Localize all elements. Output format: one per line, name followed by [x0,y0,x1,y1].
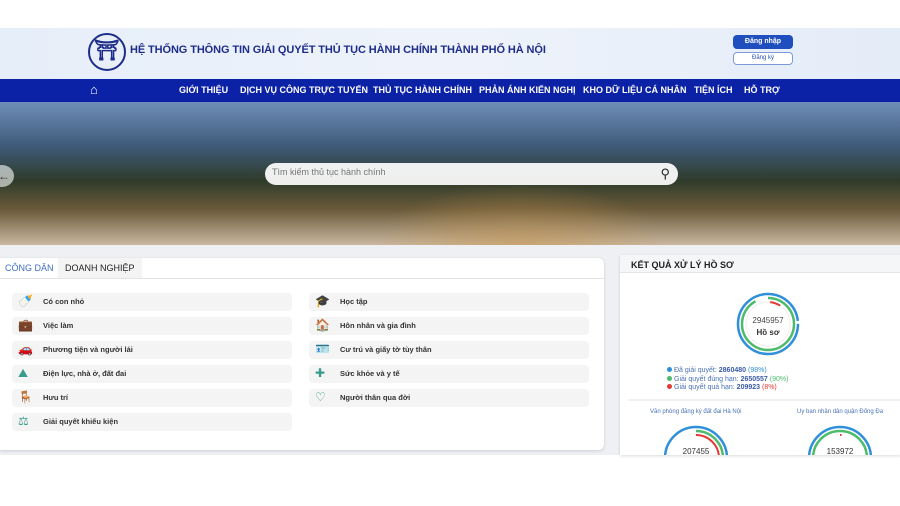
category-item[interactable]: 🪑 Hưu trí [12,389,292,407]
legend-dot [667,367,672,372]
land-icon: ⛰ [18,366,29,380]
nav-kho-du-lieu[interactable]: KHO DỮ LIỆU CÁ NHÂN [583,85,686,95]
tab-bar: CÔNG DÂN DOANH NGHIỆP [0,258,604,279]
car-icon: 🚗 [18,342,33,356]
category-label: Hôn nhân và gia đình [340,321,416,330]
donut-charts [628,292,900,455]
nav-phan-anh[interactable]: PHẢN ÁNH KIẾN NGHỊ [479,85,576,95]
category-label: Học tập [340,297,368,306]
category-item[interactable]: 🎓 Học tập [309,293,589,311]
legend-pct: (8%) [761,384,777,391]
search-icon[interactable]: ⚲ [660,166,670,182]
unit-name[interactable]: Văn phòng đăng ký đất đai Hà Nội [650,409,741,415]
briefcase-icon: 💼 [18,318,33,332]
search-bar: ⚲ [265,163,678,185]
hanoi-logo[interactable]: ⛩ [88,33,126,71]
category-label: Có con nhỏ [43,297,85,306]
login-button[interactable]: Đăng nhập [733,35,793,49]
legend-value: 2650557 [740,375,768,383]
tab-doanh-nghiep[interactable]: DOANH NGHIỆP [58,258,142,278]
category-item[interactable]: 💼 Việc làm [12,317,292,335]
legend-value: 209923 [736,384,761,391]
register-button[interactable]: Đăng ký [733,52,793,65]
graduation-cap-icon: 🎓 [315,294,330,308]
unit-count: 207455 [682,447,710,456]
legend-label: Giải quyết quá hạn: [674,384,735,391]
category-item[interactable]: ♡ Người thân qua đời [309,389,589,407]
category-item[interactable]: 🪪 Cư trú và giấy tờ tùy thân [309,341,589,359]
heart-icon: ♡ [315,390,326,404]
scales-icon: ⚖ [18,414,29,428]
category-label: Người thân qua đời [340,393,411,402]
id-card-icon: 🪪 [315,342,330,356]
nav-gioi-thieu[interactable]: GIỚI THIỆU [179,85,228,95]
category-item[interactable]: ✚ Sức khỏe và y tế [309,365,589,383]
legend-item: Giải quyết quá hạn: 209923 (8%) [667,384,777,391]
legend-dot [667,375,672,381]
category-label: Hưu trí [43,393,69,402]
baby-bottle-icon: 🍼 [18,294,33,308]
category-panel: CÔNG DÂN DOANH NGHIỆP 🍼 Có con nhỏ 🎓 Học tậ… [0,258,604,450]
nav-ho-tro[interactable]: HỖ TRỢ [744,85,780,95]
legend-pct: (90%) [769,375,789,383]
bench-icon: 🪑 [18,390,33,404]
home-icon[interactable]: ⌂ [90,82,98,97]
category-label: Sức khỏe và y tế [340,369,400,378]
legend-label: Đã giải quyết: [674,367,717,374]
category-label: Phương tiện và người lái [43,345,133,354]
category-label: Điện lực, nhà ở, đất đai [43,369,127,378]
family-house-icon: 🏠 [315,318,330,332]
legend-item: Đã giải quyết: 2860480 (98%) [667,367,767,374]
category-item[interactable]: 🏠 Hôn nhân và gia đình [309,317,589,335]
nav-thu-tuc[interactable]: THỦ TỤC HÀNH CHÍNH [373,85,472,95]
category-label: Giải quyết khiếu kiện [43,417,119,426]
nav-tien-ich[interactable]: TIỆN ÍCH [694,85,733,95]
category-item[interactable]: 🚗 Phương tiện và người lái [12,341,292,359]
category-item[interactable]: ⚖ Giải quyết khiếu kiện [12,413,292,431]
legend-item: Giải quyết đúng hạn: 2650557 (90%) [667,375,789,383]
legend-dot [667,384,672,389]
tab-cong-dan[interactable]: CÔNG DÂN [0,258,59,278]
nav-dich-vu-cong[interactable]: DỊCH VỤ CÔNG TRỰC TUYẾN [240,85,368,95]
medical-kit-icon: ✚ [315,366,326,380]
legend-value: 2860480 [718,367,747,374]
category-label: Việc làm [43,321,74,330]
category-label: Cư trú và giấy tờ tùy thân [340,345,432,354]
category-item[interactable]: ⛰ Điện lực, nhà ở, đất đai [12,365,292,383]
search-input[interactable] [272,167,642,177]
unit-name[interactable]: Uy ban nhân dân quận Đống Đa [797,409,883,415]
category-item[interactable]: 🍼 Có con nhỏ [12,293,292,311]
site-title: HỆ THỐNG THÔNG TIN GIẢI QUYẾT THỦ TỤC HÀ… [130,44,546,56]
total-label: Hồ sơ [756,328,780,337]
legend-label: Giải quyết đúng hạn: [674,375,739,383]
results-panel: KẾT QUẢ XỬ LÝ HỒ SƠ 2945957 Hồ sơ Đã giả… [620,255,900,456]
legend-pct: (98%) [747,367,767,374]
total-count: 2945957 [752,316,784,325]
unit-count: 153972 [826,447,854,456]
